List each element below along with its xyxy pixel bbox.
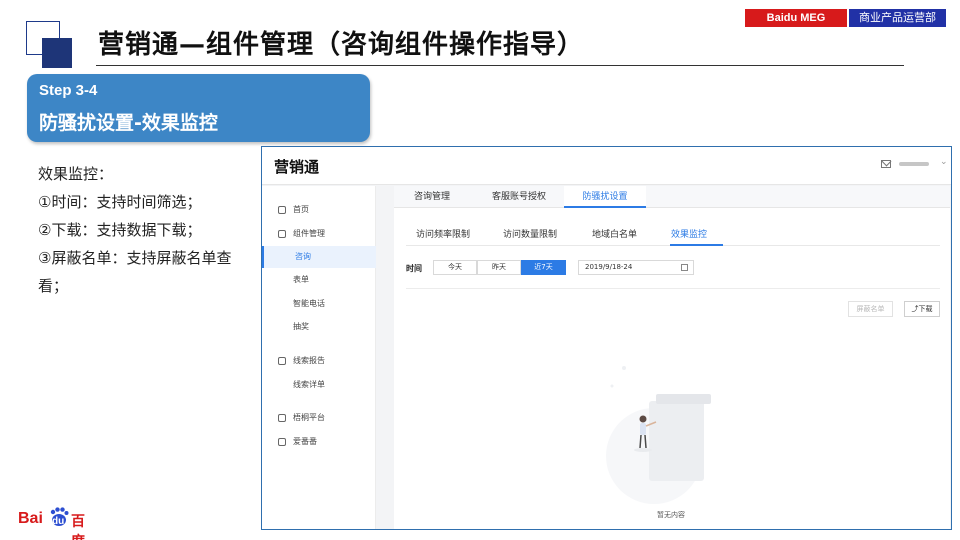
- sidebar-item-label: 组件管理: [293, 229, 325, 238]
- aifanfan-icon: [278, 438, 286, 446]
- platform-icon: [278, 414, 286, 422]
- sidebar-item-label: 咨询: [295, 252, 311, 261]
- bullet-list: 效果监控： ①时间：支持时间筛选； ②下载：支持数据下载； ③屏蔽名单：支持屏蔽…: [38, 160, 248, 300]
- mail-icon[interactable]: [881, 160, 891, 168]
- bullet-item: ③屏蔽名单：支持屏蔽名单查看；: [38, 249, 232, 295]
- app-brand: 营销通: [274, 158, 320, 176]
- blocklist-button[interactable]: 屏蔽名单: [848, 301, 893, 317]
- sidebar-item-lead-report[interactable]: 线索报告: [262, 350, 376, 372]
- logo-du: du: [52, 516, 65, 527]
- sidebar-item-lead-detail[interactable]: 线索详单: [262, 374, 376, 396]
- active-tab-indicator: [670, 244, 723, 246]
- app-main: 咨询管理 客服账号授权 防骚扰设置 访问频率限制 访问数量限制 地域白名单 效果…: [394, 186, 950, 529]
- date-range-picker[interactable]: 2019/9/18-24: [578, 260, 694, 275]
- sidebar-item-label: 线索详单: [293, 380, 325, 389]
- sidebar-item-label: 梧桐平台: [293, 413, 325, 422]
- deco-square-fill: [42, 38, 72, 68]
- app-topbar: 营销通 ⌄: [262, 147, 951, 185]
- step-box: Step 3-4 防骚扰设置-效果监控: [27, 74, 370, 142]
- tab-service-account[interactable]: 客服账号授权: [478, 186, 560, 208]
- tab-anti-harassment[interactable]: 防骚扰设置: [564, 186, 646, 208]
- sidebar-item-form[interactable]: 表单: [262, 269, 376, 291]
- sidebar-item-component[interactable]: 组件管理: [262, 223, 376, 245]
- sidebar-item-wutong[interactable]: 梧桐平台: [262, 407, 376, 429]
- app-sidebar: 首页 组件管理 咨询 表单 智能电话 抽奖 线索报告 线索详单 梧桐平台 爱番番: [262, 186, 376, 529]
- logo-bai: Bai: [18, 510, 43, 527]
- time-option-yesterday[interactable]: 昨天: [477, 260, 521, 275]
- tab-consult-manage[interactable]: 咨询管理: [394, 186, 470, 208]
- time-label: 时间: [406, 264, 422, 273]
- sidebar-item-label: 线索报告: [293, 356, 325, 365]
- subtab-region-whitelist[interactable]: 地域白名单: [592, 227, 637, 240]
- download-label: 下载: [918, 305, 933, 313]
- app-screenshot: 营销通 ⌄ 首页 组件管理 咨询 表单 智能电话 抽奖 线索报告 线索详单 梧桐…: [261, 146, 952, 530]
- date-range-value: 2019/9/18-24: [585, 263, 633, 271]
- sidebar-item-lottery[interactable]: 抽奖: [262, 316, 376, 338]
- tag-baidu-meg: Baidu MEG: [745, 9, 847, 27]
- tag-department: 商业产品运营部: [849, 9, 946, 27]
- step-name: 防骚扰设置-效果监控: [39, 112, 218, 134]
- time-option-7days[interactable]: 近7天: [521, 260, 566, 275]
- filter-divider: [406, 288, 940, 289]
- subtab-count-limit[interactable]: 访问数量限制: [503, 227, 557, 240]
- sidebar-item-smart-phone[interactable]: 智能电话: [262, 293, 376, 315]
- sidebar-item-label: 抽奖: [293, 322, 309, 331]
- subtab-frequency-limit[interactable]: 访问频率限制: [416, 227, 470, 240]
- slide-title: 营销通—组件管理（咨询组件操作指导）: [98, 30, 585, 60]
- component-icon: [278, 230, 286, 238]
- home-icon: [278, 206, 286, 214]
- logo-cn: 百度: [71, 514, 85, 540]
- calendar-icon: [681, 264, 688, 271]
- sidebar-item-label: 智能电话: [293, 299, 325, 308]
- step-number: Step 3-4: [39, 82, 98, 99]
- bullet-item: ①时间：支持时间筛选；: [38, 193, 202, 211]
- sidebar-item-consult[interactable]: 咨询: [262, 246, 376, 268]
- sub-tabs: 访问频率限制 访问数量限制 地域白名单 效果监控: [406, 222, 940, 246]
- sidebar-item-label: 爱番番: [293, 437, 317, 446]
- sidebar-item-label: 首页: [293, 205, 309, 214]
- sidebar-item-home[interactable]: 首页: [262, 199, 376, 221]
- sidebar-item-label: 表单: [293, 275, 309, 284]
- subtab-effect-monitor[interactable]: 效果监控: [671, 227, 707, 240]
- title-divider: [96, 65, 904, 66]
- sidebar-item-aifanfan[interactable]: 爱番番: [262, 431, 376, 453]
- empty-state-text: 暂无内容: [657, 511, 685, 519]
- empty-state-illustration: [606, 366, 711, 504]
- download-button[interactable]: ⤴下载: [904, 301, 940, 317]
- user-name-placeholder[interactable]: [899, 162, 929, 166]
- bullet-item: 效果监控：: [38, 165, 114, 183]
- bullet-item: ②下载：支持数据下载；: [38, 221, 202, 239]
- baidu-logo: Bai du 百度: [18, 507, 98, 540]
- chevron-down-icon[interactable]: ⌄: [940, 157, 948, 167]
- main-tabs: 咨询管理 客服账号授权 防骚扰设置: [394, 186, 950, 208]
- time-option-today[interactable]: 今天: [433, 260, 477, 275]
- chart-icon: [278, 357, 286, 365]
